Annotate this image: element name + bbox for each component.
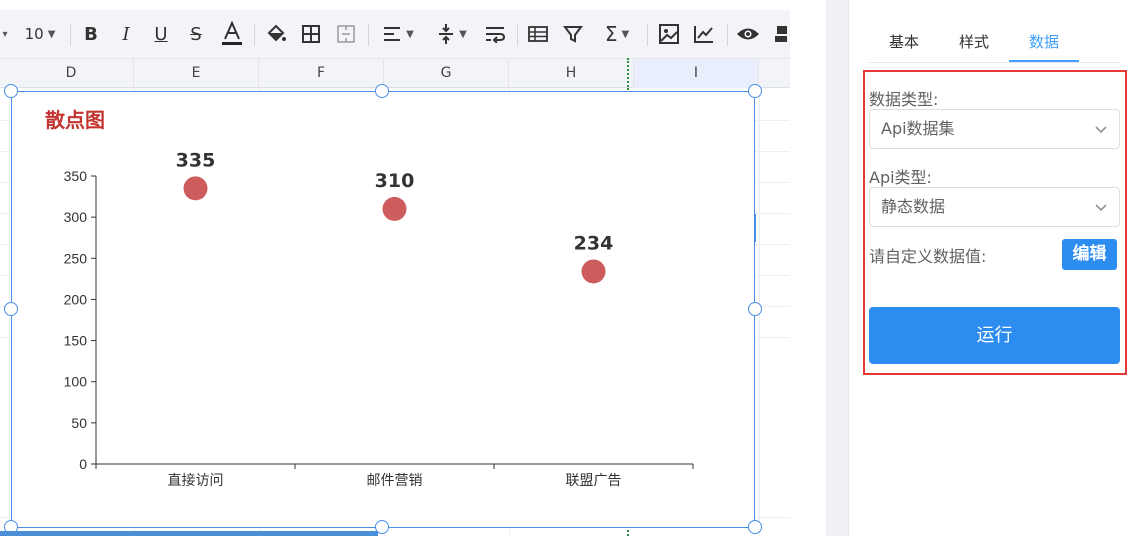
font-size-select[interactable]: 10 ▼ <box>16 10 64 58</box>
horizontal-scrollbar[interactable] <box>0 531 378 536</box>
toolbar-divider <box>517 24 518 46</box>
tab-style[interactable]: 样式 <box>939 22 1009 62</box>
toolbar-divider <box>70 24 71 46</box>
filter-icon[interactable] <box>560 10 586 58</box>
toolbar-divider <box>727 24 728 46</box>
x-tick-label: 邮件营销 <box>367 472 423 488</box>
column-header-g[interactable]: G <box>384 59 509 88</box>
table-icon[interactable] <box>524 10 552 58</box>
y-tick-label: 350 <box>64 168 88 184</box>
more-tools-icon[interactable] <box>770 10 790 58</box>
toolbar: ▾ 10 ▼ B I U S ▼ ▼ Σ ▼ <box>0 10 790 58</box>
scatter-point <box>581 259 606 284</box>
data-type-select[interactable]: Api数据集 <box>869 109 1120 149</box>
data-label: 310 <box>375 170 415 192</box>
spreadsheet-area: ▾ 10 ▼ B I U S ▼ ▼ Σ ▼ D E F G H I 散点图 0… <box>0 0 790 536</box>
toolbar-divider <box>368 24 369 46</box>
valign-icon[interactable]: ▼ <box>430 10 474 58</box>
custom-data-label: 请自定义数据值: <box>869 247 987 266</box>
page-break-line <box>627 58 629 90</box>
sum-icon[interactable]: Σ ▼ <box>595 10 639 58</box>
text-color-icon[interactable] <box>218 10 246 58</box>
resize-handle-bottom-right[interactable] <box>748 520 762 534</box>
edit-button[interactable]: 编辑 <box>1062 239 1117 270</box>
strikethrough-icon[interactable]: S <box>183 10 209 58</box>
data-label: 234 <box>574 232 614 254</box>
data-label: 335 <box>176 149 216 171</box>
image-icon[interactable] <box>655 10 683 58</box>
column-header-h[interactable]: H <box>509 59 634 88</box>
scatter-chart-svg: 0 50 100 150 200 250 300 350 直接访问 邮件营销 联盟广告 335 310 2… <box>64 149 694 488</box>
chevron-down-icon: ▼ <box>47 28 56 40</box>
panel-tabs: 基本 样式 数据 <box>869 22 1120 63</box>
resize-handle-right[interactable] <box>748 302 762 316</box>
column-header-e[interactable]: E <box>134 59 259 88</box>
y-tick-label: 300 <box>64 209 88 225</box>
y-tick-label: 100 <box>64 374 88 390</box>
panel-divider <box>826 0 848 536</box>
resize-handle-top[interactable] <box>375 84 389 98</box>
x-tick-label: 直接访问 <box>168 472 224 488</box>
wrap-text-icon[interactable] <box>481 10 509 58</box>
scatter-chart-widget[interactable]: 散点图 0 50 100 150 200 250 300 350 直接访问 邮件营销 联盟广告 335… <box>11 91 755 528</box>
underline-icon[interactable]: U <box>148 10 174 58</box>
chart-icon[interactable] <box>690 10 718 58</box>
column-header-i[interactable]: I <box>634 59 759 88</box>
run-button[interactable]: 运行 <box>869 307 1120 364</box>
border-icon[interactable] <box>298 10 324 58</box>
column-header-d[interactable]: D <box>9 59 134 88</box>
caret-icon[interactable]: ▾ <box>0 10 10 58</box>
scatter-point <box>382 196 407 221</box>
resize-handle-top-right[interactable] <box>748 84 762 98</box>
toolbar-divider <box>647 24 648 46</box>
data-type-label: 数据类型: <box>869 90 939 109</box>
merge-cells-icon[interactable] <box>333 10 359 58</box>
column-header-row: D E F G H I <box>0 58 790 88</box>
align-icon[interactable]: ▼ <box>376 10 420 58</box>
y-tick-label: 0 <box>79 456 87 472</box>
api-type-value: 静态数据 <box>881 197 946 216</box>
chevron-down-icon <box>1095 126 1107 134</box>
resize-handle-top-left[interactable] <box>4 84 18 98</box>
tab-basic[interactable]: 基本 <box>869 22 939 62</box>
api-type-label: Api类型: <box>869 168 932 187</box>
y-tick-label: 200 <box>64 291 88 307</box>
italic-icon[interactable]: I <box>113 10 139 58</box>
y-tick-label: 50 <box>71 415 87 431</box>
bold-icon[interactable]: B <box>78 10 104 58</box>
y-tick-label: 150 <box>64 333 88 349</box>
properties-panel: 基本 样式 数据 数据类型: Api数据集 Api类型: 静态数据 请自定义数据… <box>849 0 1140 536</box>
data-type-value: Api数据集 <box>881 119 955 138</box>
font-size-value: 10 <box>24 25 44 43</box>
toolbar-divider <box>254 24 255 46</box>
active-tab-indicator <box>1009 60 1079 62</box>
chevron-down-icon <box>1095 204 1107 212</box>
fill-color-icon[interactable] <box>262 10 290 58</box>
column-header-f[interactable]: F <box>259 59 384 88</box>
tab-data[interactable]: 数据 <box>1009 22 1079 62</box>
resize-handle-left[interactable] <box>4 302 18 316</box>
x-tick-label: 联盟广告 <box>566 472 622 488</box>
preview-eye-icon[interactable] <box>734 10 762 58</box>
y-tick-label: 250 <box>64 250 88 266</box>
api-type-select[interactable]: 静态数据 <box>869 187 1120 227</box>
scatter-point <box>183 176 208 201</box>
